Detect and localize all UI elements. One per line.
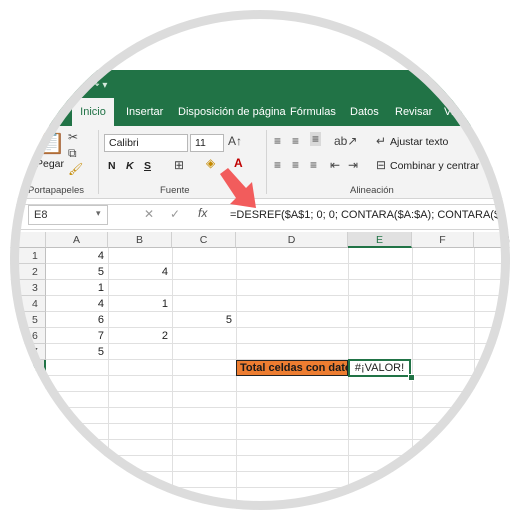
- row-header-empty[interactable]: [10, 440, 46, 456]
- cell-B4[interactable]: 1: [108, 296, 172, 312]
- copy-icon[interactable]: ⧉: [68, 146, 77, 161]
- column-header-B[interactable]: B: [108, 232, 172, 248]
- tab-revisar[interactable]: Revisar: [395, 98, 432, 126]
- grid-row-line: [46, 503, 510, 504]
- row-header-empty[interactable]: [10, 392, 46, 408]
- column-header-F[interactable]: F: [412, 232, 474, 248]
- row-header-empty[interactable]: [10, 504, 46, 510]
- format-painter-icon[interactable]: 🖌: [68, 162, 83, 176]
- chevron-down-icon[interactable]: ▾: [96, 208, 101, 219]
- align-center-icon[interactable]: ≡: [292, 158, 299, 172]
- row-header-empty[interactable]: [10, 488, 46, 504]
- row-header-1[interactable]: 1: [10, 248, 46, 264]
- align-left-icon[interactable]: ≡: [274, 158, 281, 172]
- row-header-4[interactable]: 4: [10, 296, 46, 312]
- merge-center-button[interactable]: Combinar y centrar: [390, 160, 479, 172]
- paste-clipboard-icon[interactable]: 📋: [38, 130, 65, 156]
- row-header-empty[interactable]: [10, 408, 46, 424]
- cell-A5[interactable]: 6: [46, 312, 108, 328]
- row-header-5[interactable]: 5: [10, 312, 46, 328]
- cut-icon[interactable]: ✂: [68, 130, 78, 144]
- decrease-indent-icon[interactable]: ⇤: [330, 158, 340, 172]
- cell-D8-label[interactable]: Total celdas con datos: [236, 360, 348, 376]
- cancel-icon[interactable]: ✕: [144, 207, 154, 221]
- grid-row-line: [46, 407, 510, 408]
- cell-A7[interactable]: 5: [46, 344, 108, 360]
- borders-icon[interactable]: ⊞: [174, 158, 184, 172]
- grid-row-line: [46, 487, 510, 488]
- font-name-select[interactable]: Calibri: [104, 134, 188, 152]
- merge-center-icon[interactable]: ⊟: [376, 158, 386, 172]
- arrow-pointer-icon: [220, 168, 256, 208]
- column-header-D[interactable]: D: [236, 232, 348, 248]
- ribbon-separator: [98, 130, 99, 194]
- row-header-empty[interactable]: [10, 376, 46, 392]
- tab-datos[interactable]: Datos: [350, 98, 379, 126]
- tab-insertar[interactable]: Insertar: [126, 98, 163, 126]
- orientation-icon[interactable]: ab↗: [334, 134, 357, 148]
- insert-function-icon[interactable]: fx: [198, 206, 207, 220]
- ribbon-tabs: vo Inicio Insertar Disposición de página…: [10, 98, 510, 126]
- row-header-3[interactable]: 3: [10, 280, 46, 296]
- align-middle-icon[interactable]: ≡: [292, 134, 299, 148]
- grid-row-line: [46, 471, 510, 472]
- row-header-empty[interactable]: [10, 424, 46, 440]
- tab-vista[interactable]: Vista: [444, 98, 468, 126]
- row-header-7[interactable]: 7: [10, 344, 46, 360]
- align-bottom-icon[interactable]: ≡: [310, 132, 322, 146]
- fill-handle[interactable]: [408, 374, 415, 381]
- align-right-icon[interactable]: ≡: [310, 158, 317, 172]
- cell-B6[interactable]: 2: [108, 328, 172, 344]
- bold-button[interactable]: N: [108, 160, 116, 172]
- cell-A3[interactable]: 1: [46, 280, 108, 296]
- ribbon-separator: [492, 130, 493, 194]
- cell-A2[interactable]: 5: [46, 264, 108, 280]
- row-header-6[interactable]: 6: [10, 328, 46, 344]
- row-header-8[interactable]: 8: [10, 360, 46, 376]
- italic-button[interactable]: K: [126, 160, 134, 172]
- quick-access-toolbar[interactable]: ↶ ↷ ▾: [80, 80, 107, 91]
- grid-row-line: [46, 439, 510, 440]
- font-size-select[interactable]: 11: [190, 134, 224, 152]
- tab-formulas[interactable]: Fórmulas: [290, 98, 336, 126]
- column-header-G[interactable]: G: [474, 232, 510, 248]
- cell-B2[interactable]: 4: [108, 264, 172, 280]
- cell-A4[interactable]: 4: [46, 296, 108, 312]
- increase-indent-icon[interactable]: ⇥: [348, 158, 358, 172]
- grid-row-line: [46, 423, 510, 424]
- row-header-2[interactable]: 2: [10, 264, 46, 280]
- cell-A6[interactable]: 7: [46, 328, 108, 344]
- paste-button[interactable]: Pegar: [36, 158, 64, 170]
- fill-color-icon[interactable]: ◈: [206, 156, 215, 170]
- grid-row-line: [46, 391, 510, 392]
- cell-C5[interactable]: 5: [172, 312, 236, 328]
- column-header-E[interactable]: E: [348, 232, 412, 248]
- select-all-corner[interactable]: [10, 232, 46, 248]
- formula-input[interactable]: =DESREF($A$1; 0; 0; CONTARA($A:$A); CONT…: [230, 209, 510, 221]
- underline-button[interactable]: S: [144, 160, 151, 172]
- tab-inicio[interactable]: Inicio: [72, 98, 114, 126]
- excel-window: ↶ ↷ ▾ vo Inicio Insertar Disposición de …: [10, 10, 510, 510]
- column-header-A[interactable]: A: [46, 232, 108, 248]
- wrap-text-icon[interactable]: ↵: [376, 134, 386, 148]
- screenshot-stage: ↶ ↷ ▾ vo Inicio Insertar Disposición de …: [0, 0, 520, 520]
- wrap-text-button[interactable]: Ajustar texto: [390, 136, 448, 148]
- cell-E8-active[interactable]: #¡VALOR!: [348, 359, 411, 377]
- increase-font-icon[interactable]: A↑: [228, 134, 242, 148]
- tab-disposicion[interactable]: Disposición de página: [178, 98, 286, 126]
- circular-crop: ↶ ↷ ▾ vo Inicio Insertar Disposición de …: [10, 10, 510, 510]
- alignment-group-label: Alineación: [350, 185, 394, 196]
- tab-archivo[interactable]: vo: [30, 98, 70, 126]
- column-header-C[interactable]: C: [172, 232, 236, 248]
- enter-icon[interactable]: ✓: [170, 207, 180, 221]
- cell-A1[interactable]: 4: [46, 248, 108, 264]
- row-header-empty[interactable]: [10, 456, 46, 472]
- row-header-empty[interactable]: [10, 472, 46, 488]
- grid-row-line: [46, 455, 510, 456]
- ribbon-separator: [266, 130, 267, 194]
- align-top-icon[interactable]: ≡: [274, 134, 281, 148]
- clipboard-group-label: Portapapeles: [28, 185, 84, 196]
- font-group-label: Fuente: [160, 185, 190, 196]
